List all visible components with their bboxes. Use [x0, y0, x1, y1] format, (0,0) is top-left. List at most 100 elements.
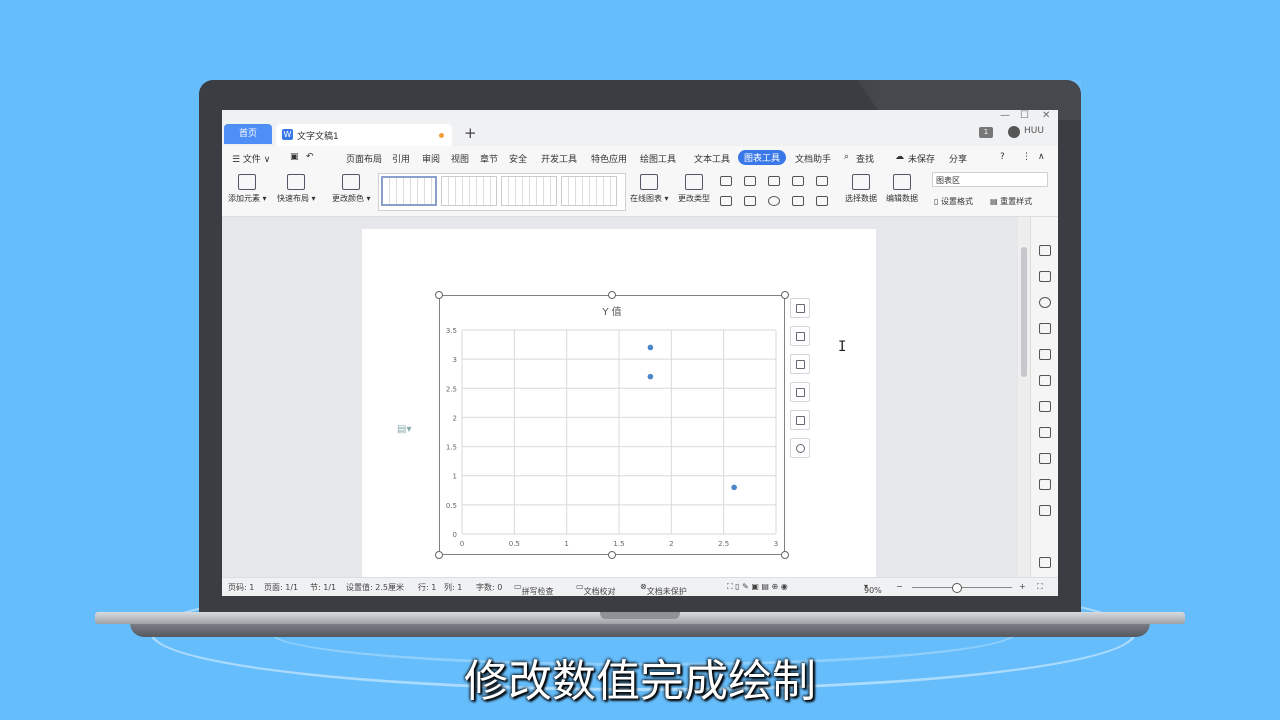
avatar[interactable]	[1008, 126, 1020, 138]
status-pages[interactable]: 页面: 1/1	[264, 582, 298, 593]
menu-dev-tools[interactable]: 开发工具	[541, 152, 577, 165]
share-button[interactable]: 分享	[949, 152, 967, 165]
proofread-button[interactable]: ▭ 文档校对	[576, 582, 616, 596]
chart-type-button[interactable]	[790, 326, 810, 346]
online-chart-button[interactable]: 在线图表 ▾	[630, 174, 669, 204]
add-element-button[interactable]: 添加元素 ▾	[228, 174, 267, 204]
line-chart-icon[interactable]	[768, 176, 780, 186]
tab-document[interactable]: W 文字文稿1	[276, 124, 452, 146]
paste-options-icon[interactable]: ▤▾	[397, 424, 411, 435]
spell-check-button[interactable]: ▭ 拼写检查	[514, 582, 554, 596]
combo-chart-icon[interactable]	[816, 196, 828, 206]
bar-chart-icon[interactable]	[744, 176, 756, 186]
location-icon[interactable]	[1039, 297, 1051, 308]
chart-icon[interactable]	[1039, 427, 1051, 438]
chart-style-3[interactable]	[501, 176, 557, 206]
maximize-button[interactable]: ☐	[1020, 110, 1029, 121]
menu-file[interactable]: ☰ 文件 ∨	[232, 152, 270, 165]
chart-filter-button[interactable]	[790, 382, 810, 402]
minimize-button[interactable]: —	[1000, 110, 1010, 121]
new-tab-button[interactable]: +	[464, 124, 477, 142]
menu-chapter[interactable]: 章节	[480, 152, 498, 165]
sliders-icon[interactable]	[1039, 453, 1051, 464]
search-icon[interactable]: ⌕	[844, 152, 849, 162]
menu-review[interactable]: 审阅	[422, 152, 440, 165]
vertical-scrollbar[interactable]	[1018, 217, 1030, 577]
resize-handle-tl[interactable]	[435, 291, 443, 299]
close-button[interactable]: ✕	[1042, 110, 1050, 121]
resize-handle-br[interactable]	[781, 551, 789, 559]
tab-home[interactable]: 首页	[224, 124, 272, 144]
unsaved-status[interactable]: 未保存	[908, 152, 935, 165]
zoom-level[interactable]: 90% ▾	[864, 582, 882, 595]
pen-icon[interactable]	[1039, 245, 1051, 256]
status-page-number[interactable]: 页码: 1	[228, 582, 254, 593]
view-mode-icons[interactable]: ⛶ ▯ ✎ ▣ ▤ ⊕ ◉	[727, 582, 788, 592]
menu-view[interactable]: 视图	[451, 152, 469, 165]
change-color-button[interactable]: 更改颜色 ▾	[332, 174, 371, 204]
column-chart-icon[interactable]	[720, 176, 732, 186]
chart-frame[interactable]: Y 值 0 0.5 1 1.5 2 2.5 3 3.5 0 0.5 1 1.5 2 2.5 3	[439, 295, 785, 555]
help-icon[interactable]: ?	[1000, 152, 1005, 162]
chart-title[interactable]: Y 值	[601, 305, 621, 318]
chart-style-1[interactable]	[381, 176, 437, 206]
menu-security[interactable]: 安全	[509, 152, 527, 165]
menu-search[interactable]: 查找	[856, 152, 874, 165]
select-data-button[interactable]: 选择数据	[845, 174, 877, 204]
chart-elements-button[interactable]	[790, 298, 810, 318]
copy-icon[interactable]	[1039, 479, 1051, 490]
zoom-slider[interactable]	[912, 587, 1012, 588]
change-type-button[interactable]: 更改类型	[678, 174, 710, 204]
zoom-out-button[interactable]: −	[896, 582, 903, 591]
chart-element-select[interactable]: 图表区	[932, 172, 1048, 187]
export-icon[interactable]	[1039, 505, 1051, 516]
zoom-in-button[interactable]: +	[1019, 582, 1026, 591]
chart-style-4[interactable]	[561, 176, 617, 206]
undo-icon[interactable]: ↶	[306, 152, 314, 162]
status-section[interactable]: 节: 1/1	[310, 582, 336, 593]
scatter-chart-icon[interactable]	[792, 196, 804, 206]
menu-doc-assistant[interactable]: 文档助手	[795, 152, 831, 165]
archive-icon[interactable]	[1039, 557, 1051, 568]
menu-page-layout[interactable]: 页面布局	[346, 152, 382, 165]
collapse-icon[interactable]: ∧	[1038, 152, 1045, 162]
radar-chart-icon[interactable]	[792, 176, 804, 186]
resize-handle-bm[interactable]	[608, 551, 616, 559]
edit-data-button[interactable]: 编辑数据	[886, 174, 918, 204]
area-chart-icon[interactable]	[816, 176, 828, 186]
window-count-badge[interactable]: 1	[979, 127, 993, 138]
menu-chart-tools[interactable]: 图表工具	[738, 150, 787, 165]
shapes-icon[interactable]	[1039, 323, 1051, 334]
chart-style-2[interactable]	[441, 176, 497, 206]
resize-handle-bl[interactable]	[435, 551, 443, 559]
map-chart-icon[interactable]	[720, 196, 732, 206]
reset-style-button[interactable]: ▤ 重置样式	[990, 196, 1032, 207]
zoom-slider-knob[interactable]	[952, 583, 962, 593]
more-icon[interactable]: ⋮	[1022, 152, 1031, 162]
user-name[interactable]: HUU	[1024, 126, 1044, 136]
fill-icon[interactable]	[1039, 349, 1051, 360]
save-icon[interactable]: ▣	[290, 152, 299, 162]
status-setting[interactable]: 设置值: 2.5厘米	[346, 582, 404, 593]
chart-settings-button[interactable]	[790, 438, 810, 458]
scrollbar-thumb[interactable]	[1021, 247, 1027, 377]
status-col[interactable]: 列: 1	[444, 582, 462, 593]
fullscreen-icon[interactable]: ⛶	[1037, 582, 1043, 592]
pointer-icon[interactable]	[1039, 271, 1051, 282]
pie-chart-icon[interactable]	[768, 196, 780, 206]
stacked-chart-icon[interactable]	[744, 196, 756, 206]
menu-reference[interactable]: 引用	[392, 152, 410, 165]
status-row[interactable]: 行: 1	[418, 582, 436, 593]
quick-layout-button[interactable]: 快速布局 ▾	[277, 174, 316, 204]
menu-features[interactable]: 特色应用	[591, 152, 627, 165]
status-word-count[interactable]: 字数: 0	[476, 582, 502, 593]
online-chart-side-button[interactable]	[790, 410, 810, 430]
set-format-button[interactable]: ▯ 设置格式	[934, 196, 973, 207]
menu-text-tools[interactable]: 文本工具	[694, 152, 730, 165]
protect-status[interactable]: ⊗ 文档未保护	[640, 582, 687, 596]
menu-drawing-tools[interactable]: 绘图工具	[640, 152, 676, 165]
resize-handle-tr[interactable]	[781, 291, 789, 299]
chart-style-button[interactable]	[790, 354, 810, 374]
table-icon[interactable]	[1039, 375, 1051, 386]
resize-handle-tm[interactable]	[608, 291, 616, 299]
